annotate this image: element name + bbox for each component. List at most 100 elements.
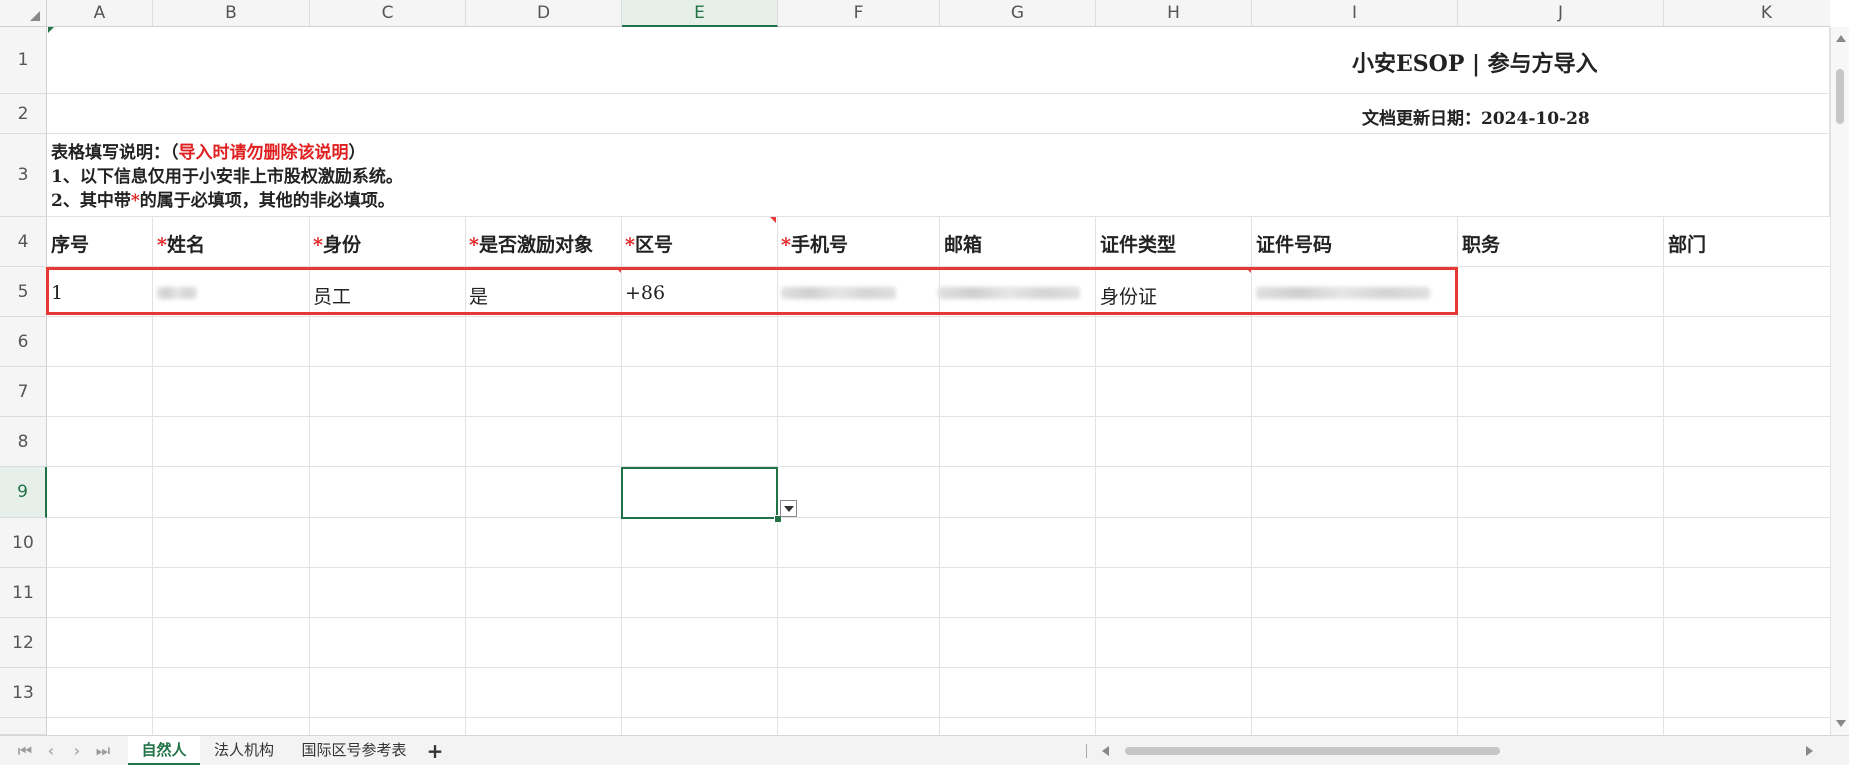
- row-header-12[interactable]: 12: [0, 618, 47, 668]
- grid-cell[interactable]: [1096, 718, 1252, 735]
- grid-cell[interactable]: [310, 668, 466, 718]
- grid-cell[interactable]: [310, 467, 466, 518]
- grid-cell[interactable]: [1252, 568, 1458, 618]
- grid-cell[interactable]: [1252, 618, 1458, 668]
- grid-cell[interactable]: [1252, 467, 1458, 518]
- grid-cell[interactable]: [153, 367, 310, 417]
- grid-cell[interactable]: [1458, 718, 1664, 735]
- grid-cell[interactable]: [622, 568, 778, 618]
- grid-cell[interactable]: [1096, 417, 1252, 467]
- grid-cell[interactable]: [1458, 267, 1664, 317]
- horizontal-scrollbar[interactable]: [1090, 741, 1825, 761]
- grid-cell[interactable]: [1458, 367, 1664, 417]
- grid-cell[interactable]: [310, 417, 466, 467]
- row-header-11[interactable]: 11: [0, 568, 47, 618]
- grid-cell[interactable]: [1096, 467, 1252, 518]
- row-header-5[interactable]: 5: [0, 267, 47, 317]
- grid-cell[interactable]: [1458, 417, 1664, 467]
- grid-cell[interactable]: [47, 467, 153, 518]
- grid-cell[interactable]: [466, 618, 622, 668]
- grid-cell[interactable]: [778, 568, 940, 618]
- tab-natural-person[interactable]: 自然人: [128, 736, 200, 765]
- grid-cell[interactable]: [1458, 618, 1664, 668]
- grid-cell[interactable]: [1096, 518, 1252, 568]
- scroll-down-icon[interactable]: [1836, 720, 1846, 727]
- grid-cell[interactable]: [47, 668, 153, 718]
- column-header-e[interactable]: E: [622, 0, 778, 27]
- grid-cell[interactable]: [153, 568, 310, 618]
- grid-cell[interactable]: [310, 718, 466, 735]
- grid-cell[interactable]: [47, 317, 153, 367]
- grid-cell[interactable]: [1458, 317, 1664, 367]
- grid-cell[interactable]: [466, 568, 622, 618]
- grid-cell[interactable]: [778, 317, 940, 367]
- grid-cell[interactable]: [940, 367, 1096, 417]
- grid-cell[interactable]: [1252, 668, 1458, 718]
- grid-cell[interactable]: [153, 467, 310, 518]
- grid-cell[interactable]: [622, 668, 778, 718]
- grid-cell[interactable]: [940, 568, 1096, 618]
- grid-cell[interactable]: [1252, 317, 1458, 367]
- grid-cell[interactable]: [466, 317, 622, 367]
- grid-cell[interactable]: [622, 718, 778, 735]
- grid-cell[interactable]: [1096, 367, 1252, 417]
- column-header-k[interactable]: K: [1664, 0, 1830, 27]
- row-header-6[interactable]: 6: [0, 317, 47, 367]
- grid-cell[interactable]: [1458, 568, 1664, 618]
- grid-cell[interactable]: [153, 317, 310, 367]
- grid-cell[interactable]: [153, 618, 310, 668]
- row-header-7[interactable]: 7: [0, 367, 47, 417]
- grid-cell[interactable]: [940, 718, 1096, 735]
- column-header-h[interactable]: H: [1096, 0, 1252, 27]
- column-header-a[interactable]: A: [47, 0, 153, 27]
- grid-cell[interactable]: [1664, 518, 1830, 568]
- grid-cell[interactable]: [153, 417, 310, 467]
- grid-cell[interactable]: [1458, 668, 1664, 718]
- tab-area-code-reference[interactable]: 国际区号参考表: [292, 736, 416, 765]
- grid-cell[interactable]: [310, 317, 466, 367]
- grid-cell[interactable]: [1664, 317, 1830, 367]
- next-sheet-icon[interactable]: ›: [66, 740, 88, 762]
- row-header-13[interactable]: 13: [0, 668, 47, 718]
- grid-cell[interactable]: [1096, 317, 1252, 367]
- grid-cell[interactable]: [1664, 417, 1830, 467]
- select-all-corner[interactable]: [0, 0, 47, 27]
- column-header-c[interactable]: C: [310, 0, 466, 27]
- column-header-f[interactable]: F: [778, 0, 940, 27]
- horizontal-scroll-thumb[interactable]: [1125, 747, 1500, 755]
- grid-cell[interactable]: [47, 367, 153, 417]
- grid-cell[interactable]: [1664, 267, 1830, 317]
- grid-cell[interactable]: [1096, 568, 1252, 618]
- grid-cell[interactable]: [47, 518, 153, 568]
- grid-cell[interactable]: [1664, 668, 1830, 718]
- grid-cell[interactable]: [1252, 718, 1458, 735]
- scroll-left-icon[interactable]: [1102, 746, 1109, 756]
- grid-cell[interactable]: [1096, 618, 1252, 668]
- grid-cell[interactable]: [466, 467, 622, 518]
- grid-cell[interactable]: [310, 518, 466, 568]
- row-header-9[interactable]: 9: [0, 467, 47, 518]
- last-sheet-icon[interactable]: ⏭: [92, 740, 114, 762]
- grid-cell[interactable]: [47, 618, 153, 668]
- grid-cell[interactable]: [778, 518, 940, 568]
- grid-cell[interactable]: [47, 417, 153, 467]
- grid-cell[interactable]: [778, 467, 940, 518]
- column-header-g[interactable]: G: [940, 0, 1096, 27]
- column-header-b[interactable]: B: [153, 0, 310, 27]
- grid-cell[interactable]: [1252, 367, 1458, 417]
- grid-cell[interactable]: [940, 467, 1096, 518]
- column-header-d[interactable]: D: [466, 0, 622, 27]
- grid-cell[interactable]: [778, 417, 940, 467]
- row-header-4[interactable]: 4: [0, 217, 47, 267]
- dropdown-button[interactable]: [780, 500, 797, 517]
- grid-cell[interactable]: [1664, 467, 1830, 518]
- column-header-i[interactable]: I: [1252, 0, 1458, 27]
- grid-cell[interactable]: [310, 618, 466, 668]
- grid-cell[interactable]: [940, 518, 1096, 568]
- row-header-8[interactable]: 8: [0, 417, 47, 467]
- grid-cell[interactable]: [310, 568, 466, 618]
- selected-cell-e9[interactable]: [621, 467, 778, 519]
- grid-cell[interactable]: [466, 668, 622, 718]
- grid-cell[interactable]: [622, 417, 778, 467]
- grid-cell[interactable]: [940, 317, 1096, 367]
